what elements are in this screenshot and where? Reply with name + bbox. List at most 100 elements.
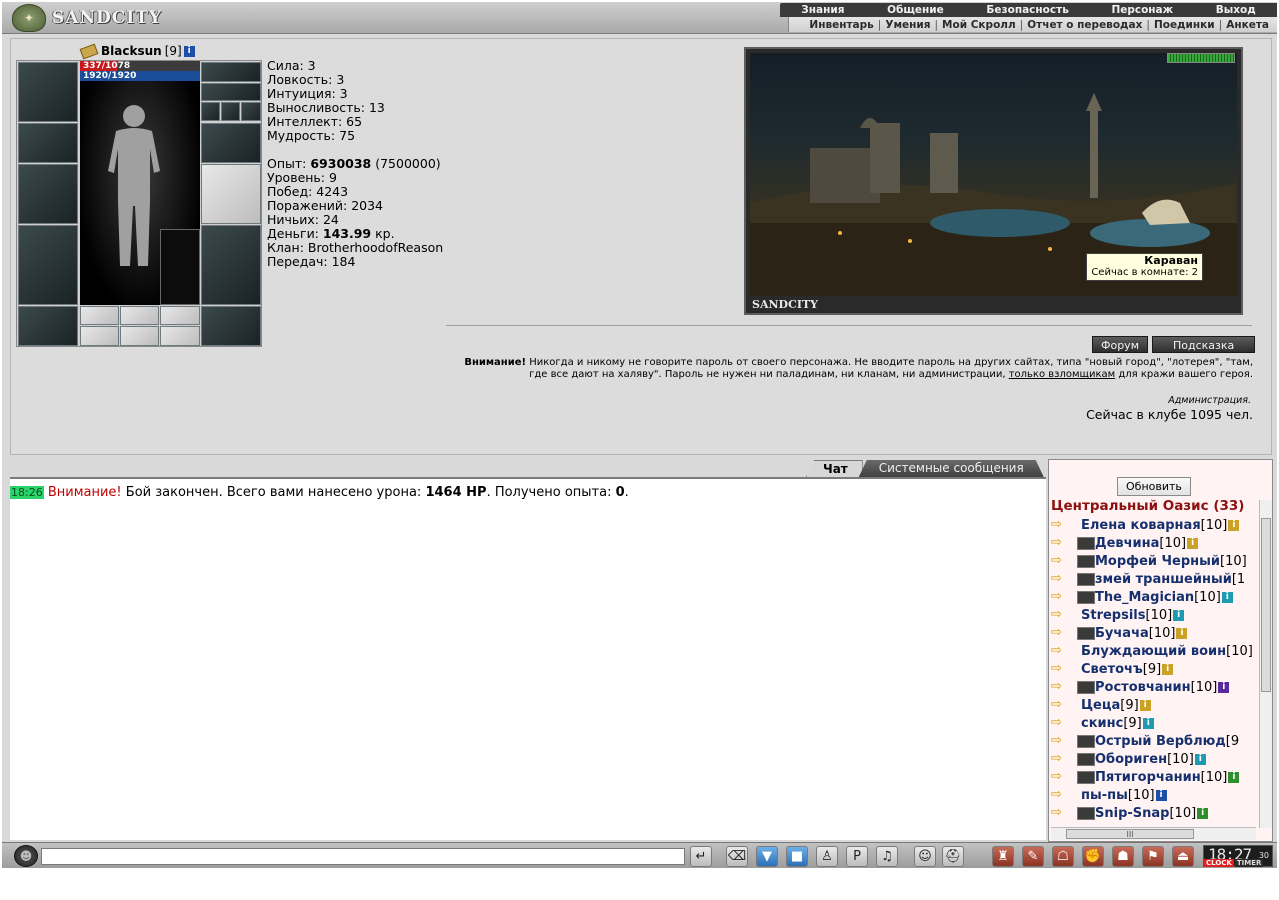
user-name[interactable]: Морфей Черный [1095,554,1220,569]
send-icon[interactable]: ↵ [690,846,712,867]
clan-icon[interactable] [1077,734,1095,748]
scroll-thumb[interactable] [1261,518,1271,692]
belt-slot[interactable] [18,306,78,346]
user-list-vscroll[interactable] [1259,500,1272,828]
user-info-icon[interactable]: i [1142,717,1154,729]
submenu-skills[interactable]: Умения [885,19,930,31]
rune-slot-1[interactable] [80,306,119,325]
user-info-icon[interactable]: i [1218,681,1230,693]
private-message-icon[interactable]: ⇨ [1051,716,1073,730]
earring-slot[interactable] [201,83,261,101]
private-message-icon[interactable]: ⇨ [1051,788,1073,802]
private-message-icon[interactable]: ⇨ [1051,644,1073,658]
private-message-icon[interactable]: ⇨ [1051,626,1073,640]
user-name[interactable]: Strepsils [1081,608,1146,623]
sound-icon[interactable]: ♫ [876,846,898,867]
menu-exit[interactable]: Выход [1216,4,1256,16]
private-icon[interactable]: P [846,846,868,867]
user-info-icon[interactable]: i [1187,537,1199,549]
save-icon[interactable]: ■ [786,846,808,867]
user-info-icon[interactable]: i [1197,807,1209,819]
private-message-icon[interactable]: ⇨ [1051,770,1073,784]
clan-icon[interactable] [1077,626,1095,640]
chat-input[interactable] [41,848,685,865]
scroll-thumb[interactable]: III [1066,829,1194,839]
boots-slot[interactable] [201,306,261,346]
clear-icon[interactable]: ⌫ [726,846,748,867]
submenu-transfer-report[interactable]: Отчет о переводах [1027,19,1142,31]
forum-button[interactable]: Форум [1092,336,1148,353]
user-name[interactable]: The_Magician [1095,590,1194,605]
gloves-slot[interactable] [201,123,261,163]
filter-icon[interactable]: ▼ [756,846,778,867]
submenu-inventory[interactable]: Инвентарь [809,19,873,31]
map-icon[interactable]: ✎ [1022,846,1044,867]
user-name[interactable]: Оборигeн [1095,752,1167,767]
clan-icon[interactable] [1077,770,1095,784]
necklace-slot[interactable] [201,62,261,82]
user-name[interactable]: Острый Верблюд [1095,734,1226,749]
smile-menu-icon[interactable]: ☻ [14,845,38,867]
clan-icon[interactable] [1077,680,1095,694]
user-name[interactable]: Девчина [1095,536,1159,551]
tab-chat[interactable]: Чат [806,460,863,477]
bracers-slot[interactable] [18,123,78,163]
rune-slot-4[interactable] [80,326,119,346]
ring-slot-2[interactable] [221,102,240,121]
user-name[interactable]: Ростовчанин [1095,680,1191,695]
person-icon[interactable]: ♙ [816,846,838,867]
clan-icon[interactable] [1077,752,1095,766]
user-info-icon[interactable]: i [1194,753,1206,765]
shop-icon[interactable]: ☗ [1112,846,1134,867]
user-name[interactable]: змей траншейный [1095,572,1232,587]
armor-slot[interactable] [18,225,78,305]
private-message-icon[interactable]: ⇨ [1051,536,1073,550]
user-info-icon[interactable]: i [1162,663,1174,675]
quests-icon[interactable]: ☖ [1052,846,1074,867]
user-info-icon[interactable]: i [1155,789,1167,801]
pants-slot[interactable] [201,225,261,305]
rune-slot-3[interactable] [160,306,200,325]
info-icon[interactable]: i [183,45,195,57]
private-message-icon[interactable]: ⇨ [1051,752,1073,766]
submenu-profile[interactable]: Анкета [1226,19,1269,31]
user-name[interactable]: Блуждающий воин [1081,644,1226,659]
user-info-icon[interactable]: i [1228,771,1240,783]
user-info-icon[interactable]: i [1139,699,1151,711]
user-info-icon[interactable]: i [1221,591,1233,603]
ring-slot-1[interactable] [201,102,220,121]
fight-icon[interactable]: ✊ [1082,846,1104,867]
private-message-icon[interactable]: ⇨ [1051,554,1073,568]
clan-icon[interactable] [1077,572,1095,586]
hint-button[interactable]: Подсказка [1152,336,1256,353]
user-name[interactable]: Snip-Snap [1095,806,1169,821]
menu-character[interactable]: Персонаж [1111,4,1173,16]
user-list-hscroll[interactable]: III [1051,827,1256,840]
private-message-icon[interactable]: ⇨ [1051,518,1073,532]
rune-slot-5[interactable] [120,326,159,346]
pet-owl-icon[interactable] [160,229,200,305]
chat-log[interactable]: 18:26 Внимание! Бой закончен. Всего вами… [10,477,1046,840]
private-message-icon[interactable]: ⇨ [1051,734,1073,748]
character-name[interactable]: Blacksun [101,44,162,58]
user-info-icon[interactable]: i [1228,519,1240,531]
message-time[interactable]: 18:26 [10,486,44,499]
user-name[interactable]: скинс [1081,716,1123,731]
menu-knowledge[interactable]: Знания [801,4,844,16]
weapon-slot[interactable] [18,164,78,224]
exit-icon[interactable]: ⏏ [1172,846,1194,867]
location-view[interactable]: Караван Сейчас в комнате: 2 SANDCITY [744,47,1243,315]
private-message-icon[interactable]: ⇨ [1051,590,1073,604]
user-name[interactable]: Елена коварная [1081,518,1201,533]
menu-security[interactable]: Безопасность [986,4,1068,16]
inventory-icon[interactable]: ♜ [992,846,1014,867]
clan-icon[interactable] [1077,536,1095,550]
clock-mode-timer[interactable]: TIMER [1234,859,1264,867]
warning-link[interactable]: только взломщикам [1009,369,1115,380]
clan-icon[interactable] [1077,554,1095,568]
user-name[interactable]: Цеца [1081,698,1120,713]
smile-icon[interactable]: ☺ [914,846,936,867]
menu-communication[interactable]: Общение [887,4,944,16]
private-message-icon[interactable]: ⇨ [1051,608,1073,622]
user-name[interactable]: Пятигорчанин [1095,770,1201,785]
